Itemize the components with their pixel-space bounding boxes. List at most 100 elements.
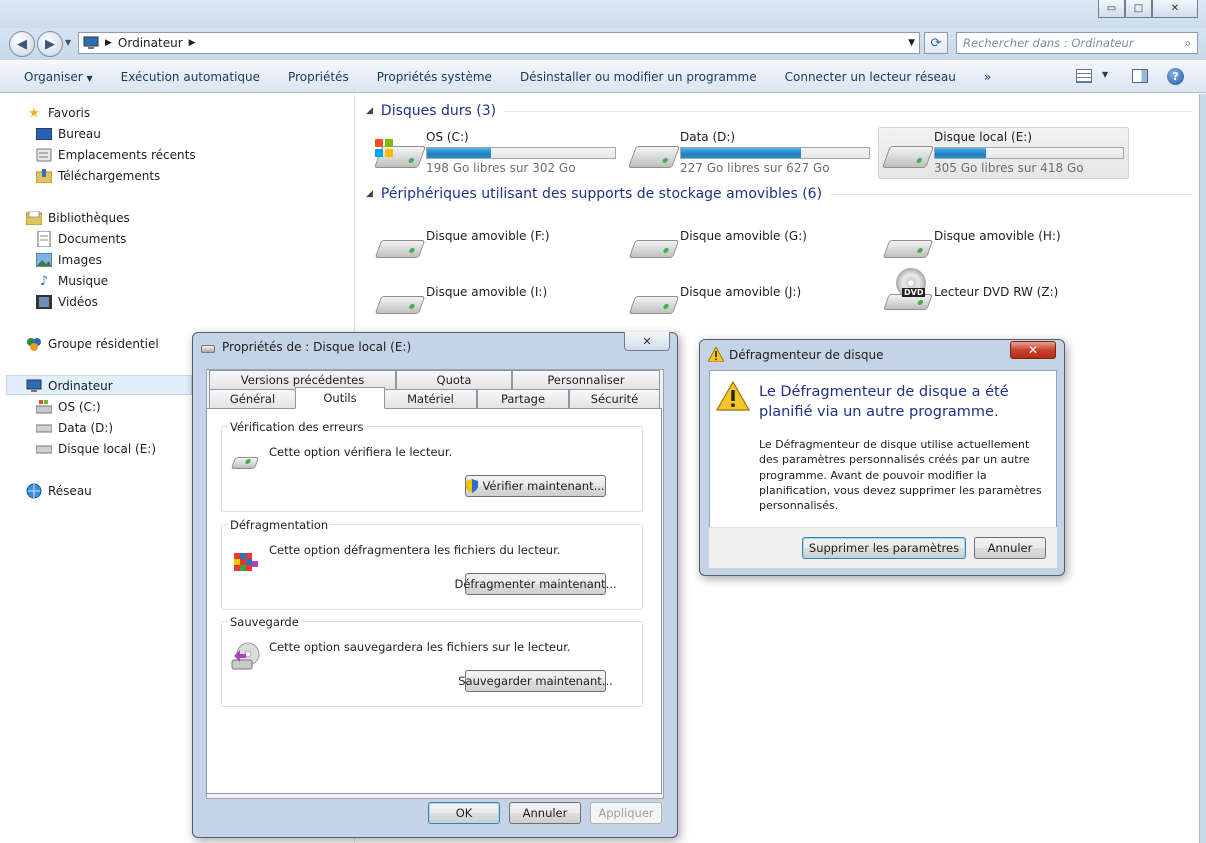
group-hard-disks[interactable]: ◢ Disques durs (3) xyxy=(366,103,1192,119)
nav-favorites[interactable]: ★ Favoris xyxy=(26,105,90,121)
nav-libraries[interactable]: Bibliothèques xyxy=(26,210,130,226)
nav-drive-c[interactable]: OS (C:) xyxy=(36,399,101,415)
organize-menu[interactable]: Organiser ▼ xyxy=(10,70,107,84)
minimize-button[interactable]: ▭ xyxy=(1098,0,1125,18)
tab-quota[interactable]: Quota xyxy=(396,370,512,389)
recent-pages-chevron-icon[interactable]: ▼ xyxy=(65,38,71,47)
hard-drive-icon xyxy=(36,420,52,436)
window-title-bar xyxy=(0,0,1206,28)
address-dropdown-icon[interactable]: ▼ xyxy=(908,38,915,48)
removable-item-f[interactable]: Disque amovible (F:) xyxy=(374,226,624,280)
tab-tools[interactable]: Outils xyxy=(295,387,385,409)
windows-drive-icon xyxy=(373,136,427,172)
check-now-button[interactable]: Vérifier maintenant... xyxy=(465,475,606,497)
defrag-description: Cette option défragmentera les fichiers … xyxy=(269,543,561,557)
system-properties-button[interactable]: Propriétés système xyxy=(363,70,506,84)
drive-name: Disque amovible (J:) xyxy=(680,285,802,299)
nav-videos[interactable]: Vidéos xyxy=(36,294,98,310)
arrow-left-icon: ◀ xyxy=(17,36,27,52)
breadcrumb-computer[interactable]: Ordinateur xyxy=(118,36,183,50)
drive-name: Disque amovible (I:) xyxy=(426,285,548,299)
properties-button[interactable]: Propriétés xyxy=(274,70,363,84)
backup-now-button[interactable]: Sauvegarder maintenant... xyxy=(458,670,613,692)
close-button[interactable]: ✕ xyxy=(1010,341,1056,359)
tab-sharing[interactable]: Partage xyxy=(477,389,569,408)
nav-homegroup[interactable]: Groupe résidentiel xyxy=(26,336,159,352)
nav-documents[interactable]: Documents xyxy=(36,231,126,247)
close-button[interactable]: ✕ xyxy=(624,332,670,351)
nav-music[interactable]: ♪ Musique xyxy=(36,273,108,289)
defrag-now-button[interactable]: Défragmenter maintenant... xyxy=(455,573,617,595)
nav-network[interactable]: Réseau xyxy=(26,483,92,499)
help-icon[interactable]: ? xyxy=(1167,68,1184,85)
nav-images[interactable]: Images xyxy=(36,252,102,268)
recent-places-icon xyxy=(36,147,52,163)
nav-desktop[interactable]: Bureau xyxy=(36,126,101,142)
minimize-icon: ▭ xyxy=(1106,3,1117,14)
backup-icon xyxy=(230,642,262,672)
defrag-icon xyxy=(232,547,262,575)
tab-general[interactable]: Général xyxy=(209,389,296,408)
downloads-folder-icon xyxy=(36,168,52,184)
hard-drive-icon xyxy=(36,441,52,457)
forward-button[interactable]: ▶ xyxy=(37,31,63,57)
drive-name: Disque amovible (H:) xyxy=(934,229,1061,243)
cancel-button[interactable]: Annuler xyxy=(509,802,581,824)
search-input[interactable]: Rechercher dans : Ordinateur ⌕ xyxy=(956,32,1198,54)
nav-downloads[interactable]: Téléchargements xyxy=(36,168,160,184)
drive-name: Disque local (E:) xyxy=(934,130,1033,144)
tab-customize[interactable]: Personnaliser xyxy=(512,370,660,389)
defrag-title: Défragmentation xyxy=(228,518,331,532)
tab-security[interactable]: Sécurité xyxy=(569,389,660,408)
drive-usage-fill xyxy=(935,148,986,158)
drive-item-d[interactable]: Data (D:) 227 Go libres sur 627 Go xyxy=(627,128,878,182)
address-bar[interactable]: ▶ Ordinateur ▶ ▼ xyxy=(78,32,920,54)
view-options-icon[interactable] xyxy=(1076,69,1092,83)
maximize-icon: □ xyxy=(1133,3,1144,14)
computer-icon xyxy=(83,35,99,51)
group-removable[interactable]: ◢ Périphériques utilisant des supports d… xyxy=(366,186,1192,202)
drive-item-e[interactable]: Disque local (E:) 305 Go libres sur 418 … xyxy=(881,128,1132,182)
breadcrumb-separator-icon[interactable]: ▶ xyxy=(105,38,112,48)
view-dropdown-icon[interactable]: ▼ xyxy=(1102,70,1108,79)
back-button[interactable]: ◀ xyxy=(9,31,35,57)
search-placeholder: Rechercher dans : Ordinateur xyxy=(963,36,1134,50)
nav-recent-places[interactable]: Emplacements récents xyxy=(36,147,196,163)
more-commands-button[interactable]: » xyxy=(970,70,1005,84)
message-heading: Le Défragmenteur de disque a été planifi… xyxy=(759,384,1009,420)
collapse-icon[interactable]: ◢ xyxy=(366,106,373,116)
nav-drive-d[interactable]: Data (D:) xyxy=(36,420,113,436)
nav-drive-e[interactable]: Disque local (E:) xyxy=(36,441,156,457)
collapse-icon[interactable]: ◢ xyxy=(366,189,373,199)
removable-drive-icon xyxy=(374,234,426,270)
apply-button[interactable]: Appliquer xyxy=(590,802,662,824)
removable-item-g[interactable]: Disque amovible (G:) xyxy=(628,226,878,280)
images-icon xyxy=(36,252,52,268)
nav-computer[interactable]: Ordinateur xyxy=(26,378,113,394)
star-icon: ★ xyxy=(28,105,40,121)
uninstall-program-button[interactable]: Désinstaller ou modifier un programme xyxy=(506,70,771,84)
ok-button[interactable]: OK xyxy=(428,802,500,824)
dvd-drive-item-z[interactable]: DVD Lecteur DVD RW (Z:) xyxy=(882,268,1132,322)
uac-shield-icon xyxy=(466,479,479,493)
preview-pane-icon[interactable] xyxy=(1132,69,1148,83)
drive-usage-fill xyxy=(427,148,491,158)
removable-item-i[interactable]: Disque amovible (I:) xyxy=(374,282,624,336)
autoplay-button[interactable]: Exécution automatique xyxy=(107,70,274,84)
breadcrumb-separator-icon[interactable]: ▶ xyxy=(189,38,196,48)
close-window-button[interactable]: ✕ xyxy=(1152,0,1198,18)
removable-item-j[interactable]: Disque amovible (J:) xyxy=(628,282,878,336)
cancel-button[interactable]: Annuler xyxy=(974,537,1046,559)
remove-settings-button[interactable]: Supprimer les paramètres xyxy=(802,537,966,559)
refresh-button[interactable]: ⟳ xyxy=(924,32,948,54)
defrag-group xyxy=(221,524,643,610)
network-icon xyxy=(26,483,42,499)
drive-item-c[interactable]: OS (C:) 198 Go libres sur 302 Go xyxy=(373,128,624,182)
maximize-button[interactable]: □ xyxy=(1125,0,1152,18)
backup-group xyxy=(221,621,643,707)
map-network-drive-button[interactable]: Connecter un lecteur réseau xyxy=(771,70,970,84)
drive-usage-bar xyxy=(934,147,1124,159)
tab-hardware[interactable]: Matériel xyxy=(384,389,477,408)
drive-usage-bar xyxy=(426,147,616,159)
videos-icon xyxy=(36,294,52,310)
